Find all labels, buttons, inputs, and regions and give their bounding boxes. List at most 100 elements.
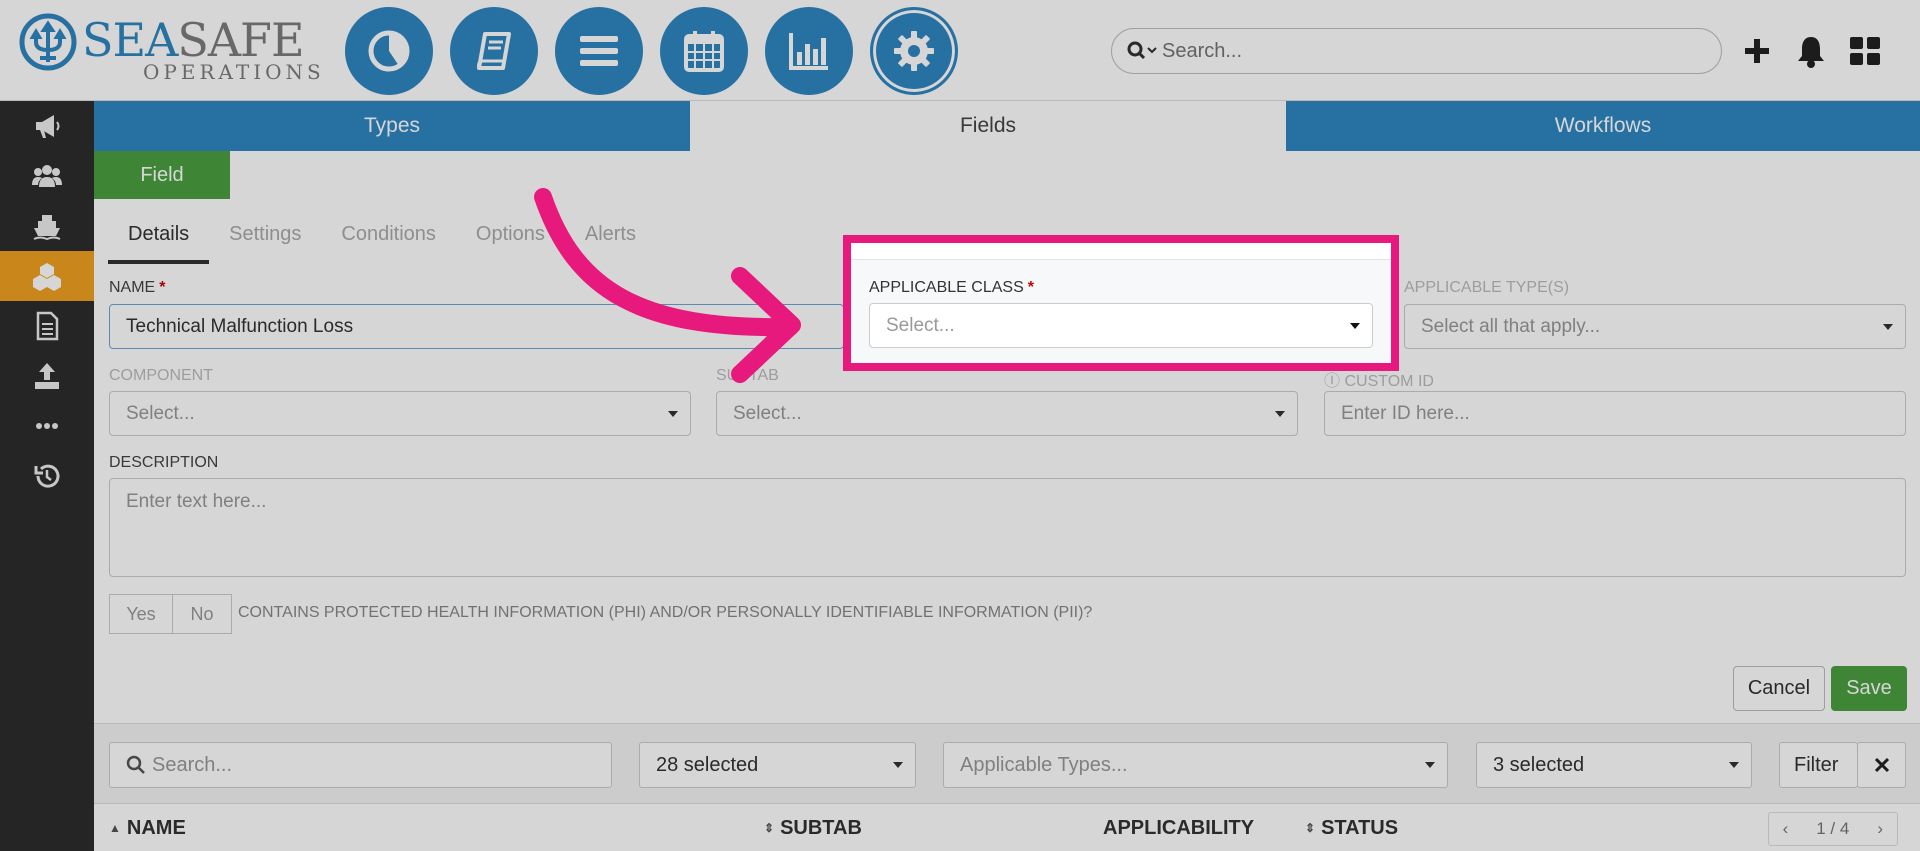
phi-yes-button[interactable]: Yes <box>109 594 173 634</box>
column-header-subtab[interactable]: ⇕ SUBTAB <box>764 804 862 851</box>
tab-types[interactable]: Types <box>94 101 690 151</box>
bell-icon <box>1798 37 1824 68</box>
sidebar-item-announcements[interactable] <box>0 101 94 151</box>
tab-fields[interactable]: Fields <box>690 101 1286 151</box>
column-applicability-text: APPLICABILITY <box>1103 816 1255 839</box>
applicable-types-filter-placeholder: Applicable Types... <box>960 753 1128 776</box>
settings-module-button[interactable] <box>870 7 958 95</box>
chevron-down-icon <box>1883 324 1893 330</box>
save-button[interactable]: Save <box>1831 666 1907 711</box>
bar-chart-icon <box>789 33 828 70</box>
seasafe-logo[interactable]: SEASAFE OPERATIONS <box>18 10 321 85</box>
name-label-text: NAME <box>109 279 156 296</box>
sort-icon: ⇕ <box>764 821 775 835</box>
sidebar-item-history[interactable] <box>0 451 94 501</box>
subtab-settings[interactable]: Settings <box>209 209 321 264</box>
sidebar-item-documents[interactable] <box>0 301 94 351</box>
applicable-class-select[interactable]: Select... <box>869 303 1373 348</box>
sidebar-item-more[interactable] <box>0 401 94 451</box>
applicable-class-label: APPLICABLE CLASS * <box>869 279 1034 297</box>
sidebar-item-configuration[interactable] <box>0 251 94 301</box>
add-button[interactable] <box>1738 32 1776 70</box>
grid-icon <box>1850 37 1880 65</box>
applicable-types-select[interactable]: Select all that apply... <box>1404 304 1906 349</box>
component-placeholder: Select... <box>126 402 195 424</box>
search-icon <box>126 755 145 774</box>
chevron-down-icon <box>1729 762 1739 768</box>
subtab-select-placeholder: Select... <box>733 402 802 424</box>
applicable-class-placeholder: Select... <box>886 314 955 336</box>
list-search-input[interactable]: Search... <box>109 742 612 788</box>
name-input[interactable]: Technical Malfunction Loss <box>109 304 844 349</box>
cancel-button[interactable]: Cancel <box>1733 666 1825 711</box>
tab-workflows[interactable]: Workflows <box>1286 101 1920 151</box>
pagination: ‹ 1 / 4 › <box>1767 812 1898 846</box>
applicable-class-panel: APPLICABLE CLASS * Select... <box>851 260 1391 363</box>
megaphone-icon <box>36 115 60 138</box>
list-icon <box>580 36 618 66</box>
ship-icon <box>33 215 61 241</box>
applicable-class-label-text: APPLICABLE CLASS <box>869 279 1024 296</box>
subtab-options[interactable]: Options <box>456 209 565 264</box>
chevron-left-icon[interactable]: ‹ <box>1769 819 1803 839</box>
chevron-right-icon[interactable]: › <box>1863 819 1897 839</box>
logbook-module-button[interactable] <box>450 7 538 95</box>
description-textarea[interactable]: Enter text here... <box>109 478 1906 577</box>
plus-icon <box>1745 39 1769 63</box>
component-select[interactable]: Select... <box>109 391 691 436</box>
book-icon <box>477 32 511 70</box>
sidebar-item-vessels[interactable] <box>0 201 94 251</box>
page-indicator: 1 / 4 <box>1816 819 1850 838</box>
column-status-text: STATUS <box>1321 816 1399 839</box>
applicable-types-label: APPLICABLE TYPE(S) <box>1404 279 1570 296</box>
chevron-down-icon <box>1350 323 1360 329</box>
subtab-alerts[interactable]: Alerts <box>565 209 656 264</box>
custom-id-input[interactable]: Enter ID here... <box>1324 391 1906 436</box>
column-subtab-text: SUBTAB <box>780 816 862 839</box>
name-label: NAME * <box>109 279 165 297</box>
dashboard-module-button[interactable] <box>345 7 433 95</box>
column-name-text: NAME <box>126 816 186 839</box>
field-subtabs: Details Settings Conditions Options Aler… <box>108 209 656 264</box>
description-label: DESCRIPTION <box>109 454 219 471</box>
sort-icon: ⇕ <box>1305 821 1316 835</box>
applicable-types-filter-select[interactable]: Applicable Types... <box>943 742 1448 788</box>
status-filter-select[interactable]: 3 selected <box>1476 742 1752 788</box>
applicable-types-placeholder: Select all that apply... <box>1421 315 1601 337</box>
chevron-down-icon <box>1275 411 1285 417</box>
subtab-details[interactable]: Details <box>108 209 210 264</box>
component-filter-value: 28 selected <box>656 753 759 776</box>
cubes-icon <box>33 263 61 291</box>
component-filter-select[interactable]: 28 selected <box>639 742 916 788</box>
subtab-select-label: SUBTAB <box>716 367 779 384</box>
filter-button[interactable]: Filter <box>1779 742 1858 788</box>
list-search-placeholder: Search... <box>152 753 233 776</box>
reports-module-button[interactable] <box>765 7 853 95</box>
clear-filter-button[interactable] <box>1857 742 1906 788</box>
status-filter-value: 3 selected <box>1493 753 1585 776</box>
column-header-name[interactable]: ▲ NAME <box>109 804 186 851</box>
subtab-conditions[interactable]: Conditions <box>321 209 456 264</box>
chevron-down-icon <box>1425 762 1435 768</box>
global-search-input[interactable] <box>1162 39 1702 63</box>
list-module-button[interactable] <box>555 7 643 95</box>
column-header-status[interactable]: ⇕ STATUS <box>1305 804 1398 851</box>
sidebar-item-upload[interactable] <box>0 351 94 401</box>
global-search[interactable] <box>1111 28 1722 74</box>
calendar-module-button[interactable] <box>660 7 748 95</box>
subtab-select[interactable]: Select... <box>716 391 1298 436</box>
applicable-class-highlight: APPLICABLE CLASS * Select... <box>843 235 1399 371</box>
logo-safe-text: SAFE <box>177 13 304 67</box>
phi-no-button[interactable]: No <box>172 594 232 634</box>
column-header-applicability: APPLICABILITY <box>1103 804 1254 851</box>
sidebar-item-users[interactable] <box>0 151 94 201</box>
info-icon: ⓘ <box>1324 373 1345 390</box>
notifications-button[interactable] <box>1792 32 1830 70</box>
chevron-down-icon <box>668 411 678 417</box>
chevron-down-icon <box>893 762 903 768</box>
apps-grid-button[interactable] <box>1846 32 1884 70</box>
gear-icon <box>894 31 934 71</box>
upload-icon <box>35 363 59 389</box>
calendar-icon <box>684 31 724 72</box>
field-button[interactable]: Field <box>94 151 230 199</box>
